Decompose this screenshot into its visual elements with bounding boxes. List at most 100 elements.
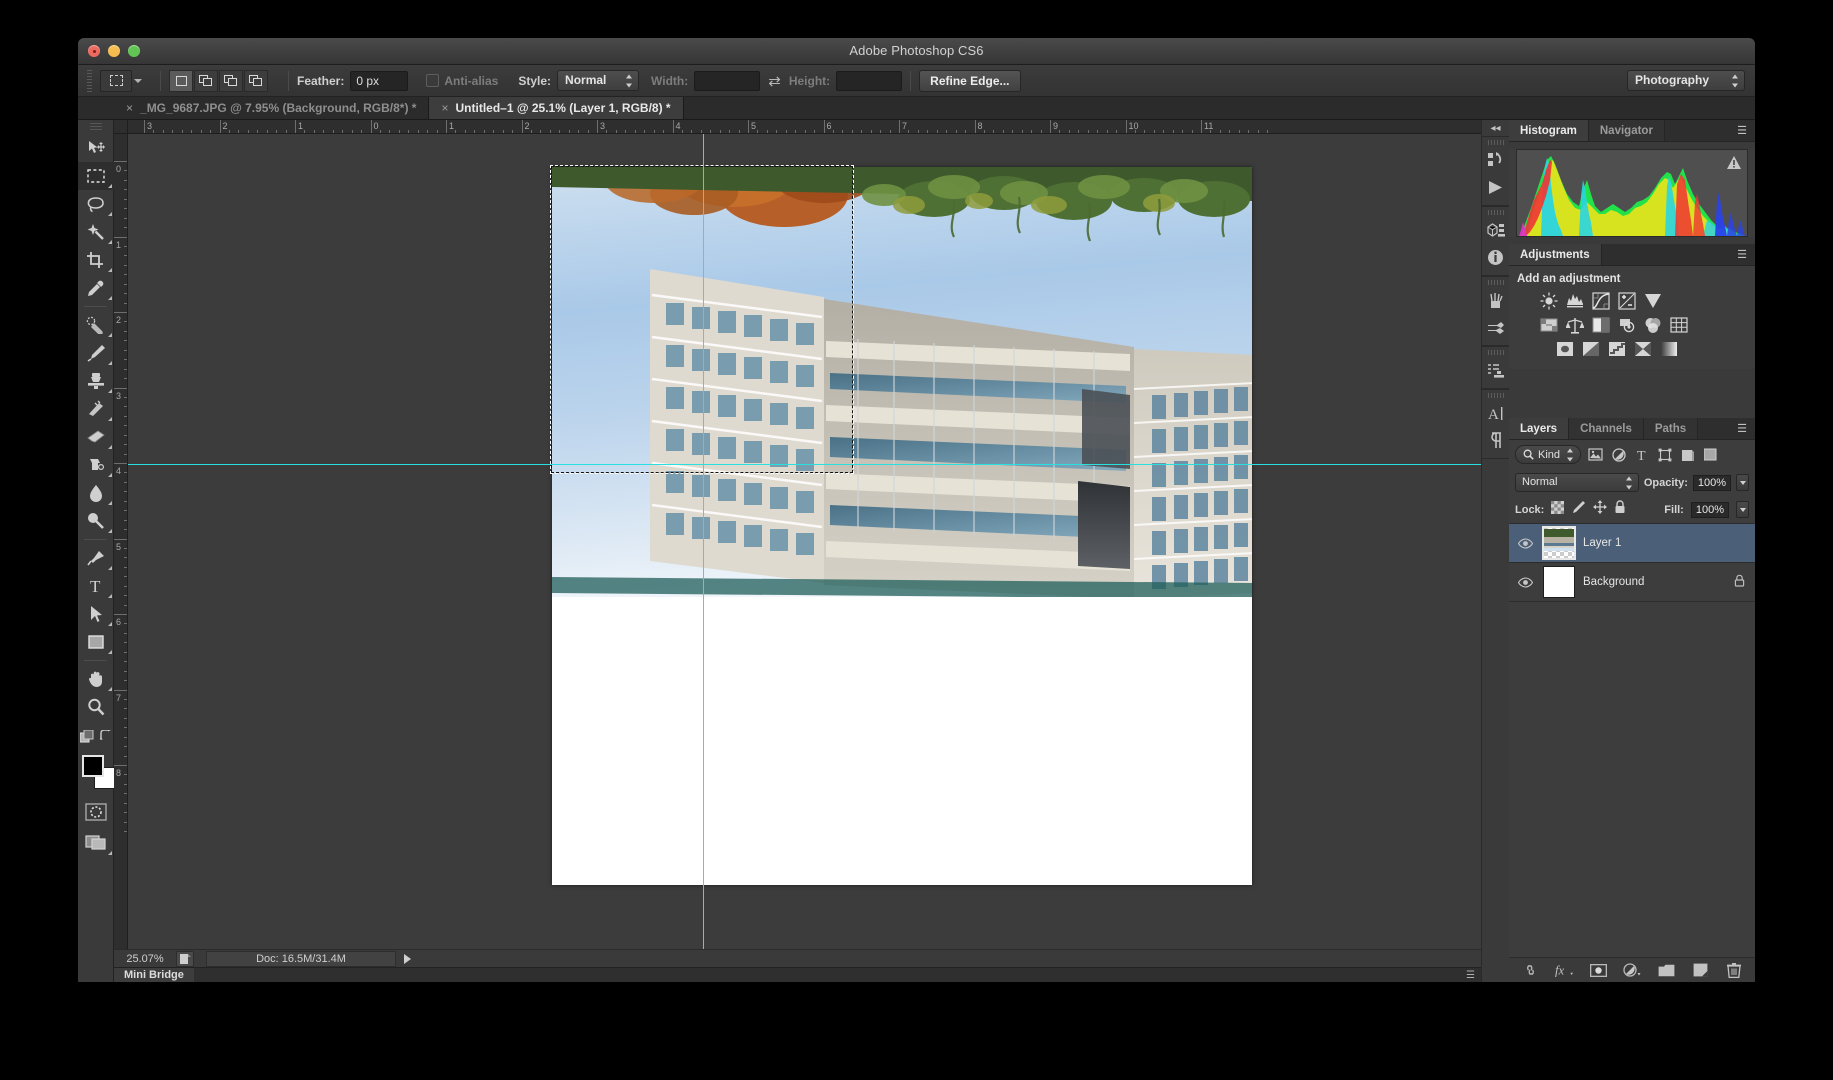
layer-name-1[interactable]: Layer 1: [1583, 537, 1749, 549]
subtract-from-selection-button[interactable]: [219, 69, 243, 92]
cached-data-warning-icon[interactable]: [1727, 156, 1741, 169]
tool-flyout-indicator-15[interactable]: [108, 594, 112, 598]
width-input[interactable]: [694, 70, 761, 91]
path-selection-tool[interactable]: [78, 600, 114, 628]
vertical-ruler[interactable]: 0 1 2 3 4 5 6 7 8: [114, 134, 128, 982]
clone-source-icon[interactable]: [1482, 357, 1509, 384]
move-tool[interactable]: [78, 134, 114, 162]
canvas-sheet[interactable]: [550, 165, 1252, 885]
link-layers-icon[interactable]: [1521, 961, 1539, 979]
blend-mode-select[interactable]: Normal: [1515, 473, 1639, 492]
channel-mixer-icon[interactable]: [1617, 315, 1637, 335]
color-lookup-icon[interactable]: [1643, 315, 1663, 335]
rectangle-shape-tool[interactable]: [78, 628, 114, 656]
dock-grip-4[interactable]: [1482, 347, 1509, 357]
lock-all-icon[interactable]: [1614, 500, 1626, 519]
layer-mask-icon[interactable]: [1589, 961, 1607, 979]
tool-flyout-indicator-17[interactable]: [108, 650, 112, 654]
refine-edge-button[interactable]: Refine Edge...: [919, 69, 1021, 92]
tool-flyout-indicator-6[interactable]: [108, 333, 112, 337]
tool-flyout-indicator-10[interactable]: [108, 445, 112, 449]
status-expand-arrow[interactable]: [404, 953, 411, 964]
add-to-selection-button[interactable]: [194, 69, 218, 92]
vertical-guide[interactable]: [703, 134, 704, 949]
rectangular-marquee-tool[interactable]: [78, 162, 114, 190]
type-tool[interactable]: T: [78, 572, 114, 600]
tool-flyout-indicator-2[interactable]: [108, 212, 112, 216]
brush-tool[interactable]: [78, 339, 114, 367]
pixel-layer-filter-icon[interactable]: [1587, 445, 1604, 464]
threshold-icon[interactable]: [1581, 339, 1601, 359]
filter-toggle-icon[interactable]: [1702, 445, 1719, 464]
eraser-tool[interactable]: [78, 423, 114, 451]
posterize-icon[interactable]: [1669, 315, 1689, 335]
doc-proxy-icon[interactable]: [176, 950, 194, 967]
horizontal-ruler[interactable]: 3 2 1 0 1 2 3 4 5 6 7 8 9 10 11: [128, 120, 1481, 134]
actions-play-icon[interactable]: [1482, 174, 1509, 201]
fill-slider-caret[interactable]: [1736, 501, 1749, 518]
layer-thumbnail-1[interactable]: [1542, 526, 1576, 560]
new-selection-button[interactable]: [169, 69, 193, 92]
tab-channels[interactable]: Channels: [1569, 418, 1644, 439]
dodge-tool[interactable]: [78, 507, 114, 535]
eyedropper-tool[interactable]: [78, 274, 114, 302]
adjustment-layer-filter-icon[interactable]: [1610, 445, 1627, 464]
tool-preset-picker[interactable]: [100, 69, 132, 92]
chevron-down-icon[interactable]: [134, 78, 142, 83]
hand-tool[interactable]: [78, 665, 114, 693]
close-icon-2[interactable]: ×: [441, 101, 448, 115]
tool-flyout-indicator-16[interactable]: [108, 622, 112, 626]
new-layer-icon[interactable]: [1691, 961, 1709, 979]
lock-image-pixels-icon[interactable]: [1571, 500, 1586, 519]
hue-saturation-icon[interactable]: [1659, 339, 1679, 359]
lasso-tool[interactable]: [78, 190, 114, 218]
mini-bridge-tab[interactable]: Mini Bridge: [114, 967, 194, 982]
workspace-select[interactable]: Photography: [1627, 70, 1745, 91]
history-icon[interactable]: [1482, 147, 1509, 174]
panel-menu-icon-adjustments[interactable]: ☰: [1729, 244, 1755, 265]
delete-layer-icon[interactable]: [1725, 961, 1743, 979]
quick-selection-tool[interactable]: [78, 218, 114, 246]
tab-navigator[interactable]: Navigator: [1588, 120, 1665, 141]
gradient-tool[interactable]: [78, 451, 114, 479]
tool-flyout-indicator-13[interactable]: [108, 529, 112, 533]
dock-grip-1[interactable]: [1482, 137, 1509, 147]
tool-flyout-indicator-5[interactable]: [108, 296, 112, 300]
color-balance-icon[interactable]: [1539, 315, 1559, 335]
blur-tool[interactable]: [78, 479, 114, 507]
doc-size-info[interactable]: Doc: 16.5M/31.4M: [206, 950, 396, 967]
tool-flyout-indicator[interactable]: [108, 184, 112, 188]
panel-menu-icon[interactable]: ☰: [1466, 970, 1475, 981]
curves-icon[interactable]: [1591, 291, 1611, 311]
exposure-icon[interactable]: [1617, 291, 1637, 311]
document-tab-1[interactable]: × _MG_9687.JPG @ 7.95% (Background, RGB/…: [114, 97, 430, 119]
panel-menu-icon-layers[interactable]: ☰: [1729, 418, 1755, 439]
close-icon[interactable]: ×: [126, 101, 133, 115]
layer-thumbnail-2[interactable]: [1543, 566, 1575, 598]
tab-histogram[interactable]: Histogram: [1509, 120, 1589, 141]
layer-visibility-toggle-2[interactable]: [1515, 576, 1535, 588]
photo-filter-icon[interactable]: [1591, 315, 1611, 335]
marching-ants-selection[interactable]: [550, 165, 854, 474]
tool-flyout-indicator-3[interactable]: [108, 240, 112, 244]
gradient-map-icon[interactable]: [1633, 339, 1653, 359]
default-colors-icon[interactable]: [79, 729, 94, 743]
brush-preset-icon[interactable]: [1482, 287, 1509, 314]
style-select[interactable]: Normal: [557, 70, 640, 91]
tool-flyout-indicator-14[interactable]: [108, 566, 112, 570]
new-group-icon[interactable]: [1657, 961, 1675, 979]
selective-color-icon[interactable]: [1607, 339, 1627, 359]
character-icon[interactable]: A: [1482, 400, 1509, 427]
layer-row-background[interactable]: Background: [1509, 563, 1755, 602]
tab-adjustments[interactable]: Adjustments: [1509, 244, 1602, 265]
type-layer-filter-icon[interactable]: T: [1633, 445, 1650, 464]
tools-panel-grip[interactable]: [78, 120, 113, 134]
ruler-corner[interactable]: [114, 120, 128, 134]
tab-layers[interactable]: Layers: [1509, 418, 1570, 439]
layer-name-2[interactable]: Background: [1583, 576, 1726, 588]
layer-row-layer-1[interactable]: Layer 1: [1509, 524, 1755, 563]
vibrance-icon[interactable]: [1643, 291, 1663, 311]
tab-paths[interactable]: Paths: [1643, 418, 1699, 439]
zoom-tool[interactable]: [78, 693, 114, 721]
black-and-white-icon[interactable]: [1565, 315, 1585, 335]
